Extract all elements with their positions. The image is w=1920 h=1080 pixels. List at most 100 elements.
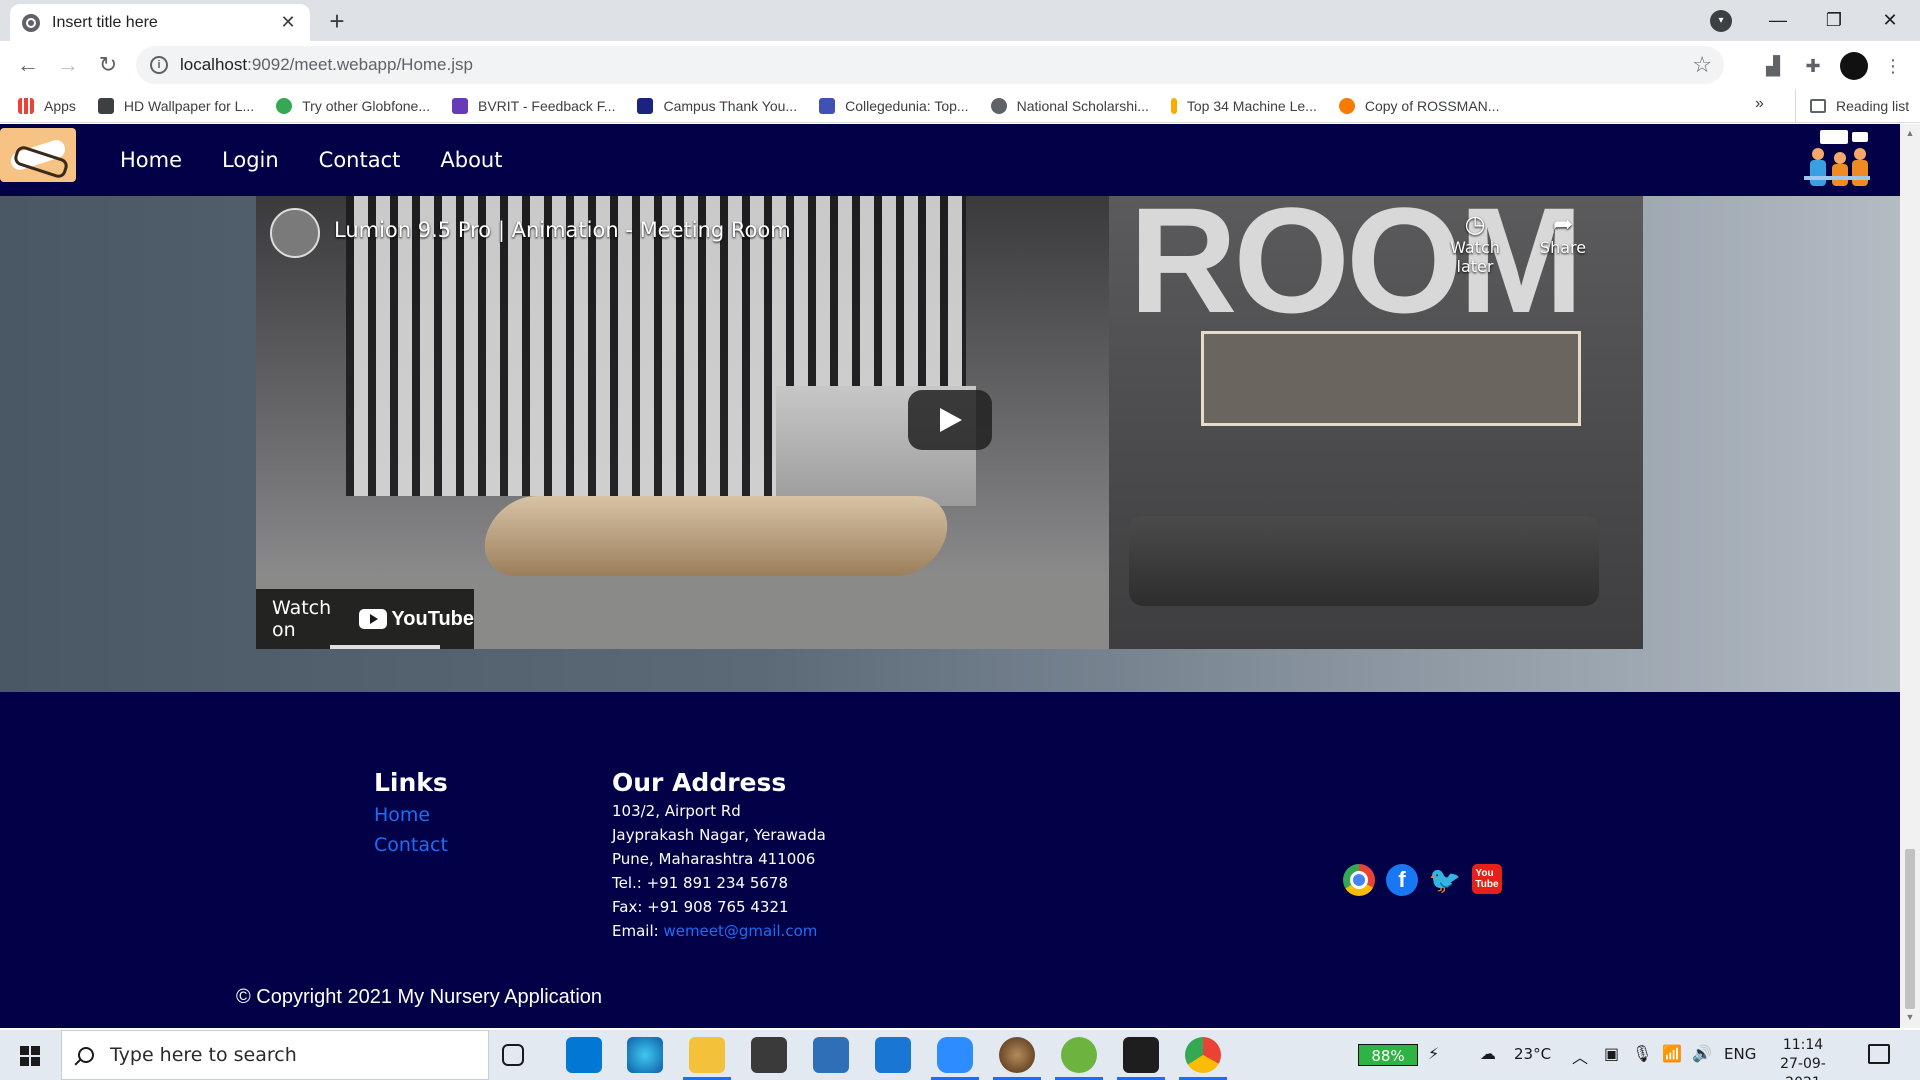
windows-taskbar: Type here to search 88% ⚡ ☁ 23°C ︿ ▣ 🎙 📶… [0, 1030, 1920, 1080]
bookmarks-bar: Apps HD Wallpaper for L... Try other Glo… [0, 89, 1920, 123]
reading-list-button[interactable]: Reading list [1795, 89, 1909, 123]
temperature-text[interactable]: 23°C [1514, 1045, 1551, 1063]
hero-section: ROOM Lumion 9.5 Pro | Animation - Meetin… [0, 196, 1900, 692]
footer-contact-link[interactable]: Contact [374, 834, 448, 856]
edge-browser-icon[interactable] [627, 1037, 663, 1073]
chart-bars-icon [1170, 97, 1177, 114]
bookmark-item[interactable]: Try other Globfone... [276, 97, 430, 114]
bookmark-item[interactable]: Apps [18, 97, 76, 114]
youtube-icon[interactable]: You Tube [1472, 864, 1502, 894]
facebook-icon[interactable]: f [1386, 864, 1418, 896]
clock-icon: ◷ [1464, 210, 1486, 238]
watch-on-youtube-button[interactable]: Watch on YouTube [256, 589, 474, 649]
eclipse-app-icon[interactable] [993, 1037, 1041, 1080]
language-indicator[interactable]: ENG [1724, 1045, 1756, 1063]
nav-login-link[interactable]: Login [222, 148, 279, 172]
fax-line: Fax: +91 908 765 4321 [612, 898, 789, 916]
cortana-app-icon[interactable] [566, 1037, 602, 1073]
site-navbar: Home Login Contact About [0, 124, 1900, 196]
email-link[interactable]: wemeet@gmail.com [663, 922, 817, 940]
file-explorer-icon[interactable] [683, 1037, 731, 1080]
nav-home-link[interactable]: Home [120, 148, 182, 172]
globe-icon [22, 13, 40, 32]
site-footer: Links Home Contact Our Address 103/2, Ai… [0, 692, 1900, 1028]
address-bar[interactable]: i localhost:9092/meet.webapp/Home.jsp ☆ [136, 46, 1724, 84]
chevron-up-icon[interactable]: ︿ [1572, 1044, 1588, 1068]
nav-about-link[interactable]: About [440, 148, 502, 172]
youtube-logo: YouTube [359, 608, 474, 631]
extensions-icon[interactable]: ✚ [1800, 53, 1826, 79]
address-line: 103/2, Airport Rd [612, 802, 741, 820]
address-heading: Our Address [612, 768, 787, 797]
bookmark-item[interactable]: Top 34 Machine Le... [1170, 97, 1317, 114]
close-tab-icon[interactable]: ✕ [278, 12, 298, 33]
menu-dots-icon[interactable]: ⋮ [1880, 53, 1906, 79]
video-thumbnail-lounge: ROOM [1109, 196, 1643, 649]
task-view-icon[interactable] [502, 1044, 524, 1066]
nav-contact-link[interactable]: Contact [319, 148, 401, 172]
store-bag-icon[interactable] [751, 1037, 787, 1073]
tab-title: Insert title here [52, 13, 158, 31]
mysql-terminal-icon[interactable] [1117, 1037, 1165, 1080]
battery-indicator[interactable]: 88% [1358, 1044, 1418, 1066]
globe-icon [990, 97, 1007, 114]
more-bookmarks-chevron-icon[interactable]: » [1755, 95, 1764, 113]
bookmark-star-icon[interactable]: ☆ [1692, 52, 1712, 78]
performance-icon[interactable]: ▟ [1760, 53, 1786, 79]
new-tab-button[interactable]: + [322, 6, 352, 36]
scroll-up-arrow-icon[interactable]: ▲ [1905, 128, 1915, 138]
restore-button[interactable]: ❐ [1806, 0, 1862, 41]
mail-envelope-icon[interactable] [813, 1037, 849, 1073]
bookmark-item[interactable]: Collegedunia: Top... [819, 97, 969, 114]
spring-tool-icon[interactable] [1055, 1037, 1103, 1080]
windows-start-icon[interactable] [20, 1046, 40, 1066]
weather-icon[interactable]: ☁ [1480, 1044, 1496, 1064]
channel-avatar[interactable] [270, 208, 320, 258]
power-plug-icon: ⚡ [1428, 1046, 1440, 1063]
chrome-icon[interactable] [1343, 864, 1375, 896]
bookmark-item[interactable]: Campus Thank You... [637, 97, 797, 114]
youtube-embed[interactable]: ROOM Lumion 9.5 Pro | Animation - Meetin… [256, 196, 1643, 649]
browser-tab[interactable]: Insert title here ✕ [10, 4, 310, 41]
address-line: Jayprakash Nagar, Yerawada [612, 826, 826, 844]
collegedunia-icon [819, 97, 836, 114]
footer-home-link[interactable]: Home [374, 804, 430, 826]
video-title[interactable]: Lumion 9.5 Pro | Animation - Meeting Roo… [334, 218, 791, 242]
tab-strip: Insert title here ✕ + ▾ — ❐ ✕ [0, 0, 1920, 41]
site-menu: Home Login Contact About [120, 124, 542, 196]
volume-icon[interactable]: 🔊 [1692, 1044, 1712, 1064]
copyright-text: © Copyright 2021 My Nursery Application [236, 986, 603, 1008]
close-window-button[interactable]: ✕ [1862, 0, 1918, 41]
scroll-down-arrow-icon[interactable]: ▼ [1905, 1012, 1915, 1022]
page-scrollbar[interactable]: ▲ ▼ [1900, 124, 1920, 1028]
wifi-icon[interactable]: 📶 [1662, 1044, 1682, 1064]
search-icon [78, 1047, 94, 1063]
tab-search-icon[interactable]: ▾ [1710, 10, 1732, 32]
minimize-button[interactable]: — [1750, 0, 1806, 41]
hi-icon [637, 97, 654, 114]
scroll-thumb[interactable] [1905, 849, 1915, 1009]
zoom-app-icon[interactable] [931, 1037, 979, 1080]
youtube-play-icon [359, 609, 388, 629]
chrome-taskbar-icon[interactable] [1179, 1037, 1227, 1080]
bookmark-item[interactable]: National Scholarshi... [990, 97, 1149, 114]
clock[interactable]: 11:14 27-09-2021 [1768, 1036, 1838, 1080]
twitter-icon[interactable]: 🐦 [1429, 864, 1461, 896]
meet-now-icon[interactable]: ▣ [1604, 1044, 1619, 1064]
l-app-icon[interactable] [875, 1037, 911, 1073]
bookmark-item[interactable]: BVRIT - Feedback F... [452, 97, 615, 114]
share-button[interactable]: ➦ Share [1518, 210, 1608, 257]
bookmark-item[interactable]: HD Wallpaper for L... [97, 97, 254, 114]
profile-avatar[interactable] [1840, 52, 1868, 80]
watch-later-button[interactable]: ◷ Watch later [1430, 210, 1520, 276]
taskbar-search-box[interactable]: Type here to search [61, 1030, 489, 1080]
forward-arrow-icon[interactable]: → [52, 49, 84, 81]
back-arrow-icon[interactable]: ← [12, 49, 44, 81]
bookmark-item[interactable]: Copy of ROSSMAN... [1338, 97, 1499, 114]
play-button-icon[interactable] [908, 390, 992, 450]
notifications-icon[interactable] [1868, 1044, 1890, 1064]
reload-icon[interactable]: ↻ [92, 49, 124, 81]
site-info-icon[interactable]: i [150, 56, 168, 74]
microphone-icon[interactable]: 🎙 [1632, 1044, 1652, 1064]
handshake-logo[interactable] [0, 128, 76, 182]
